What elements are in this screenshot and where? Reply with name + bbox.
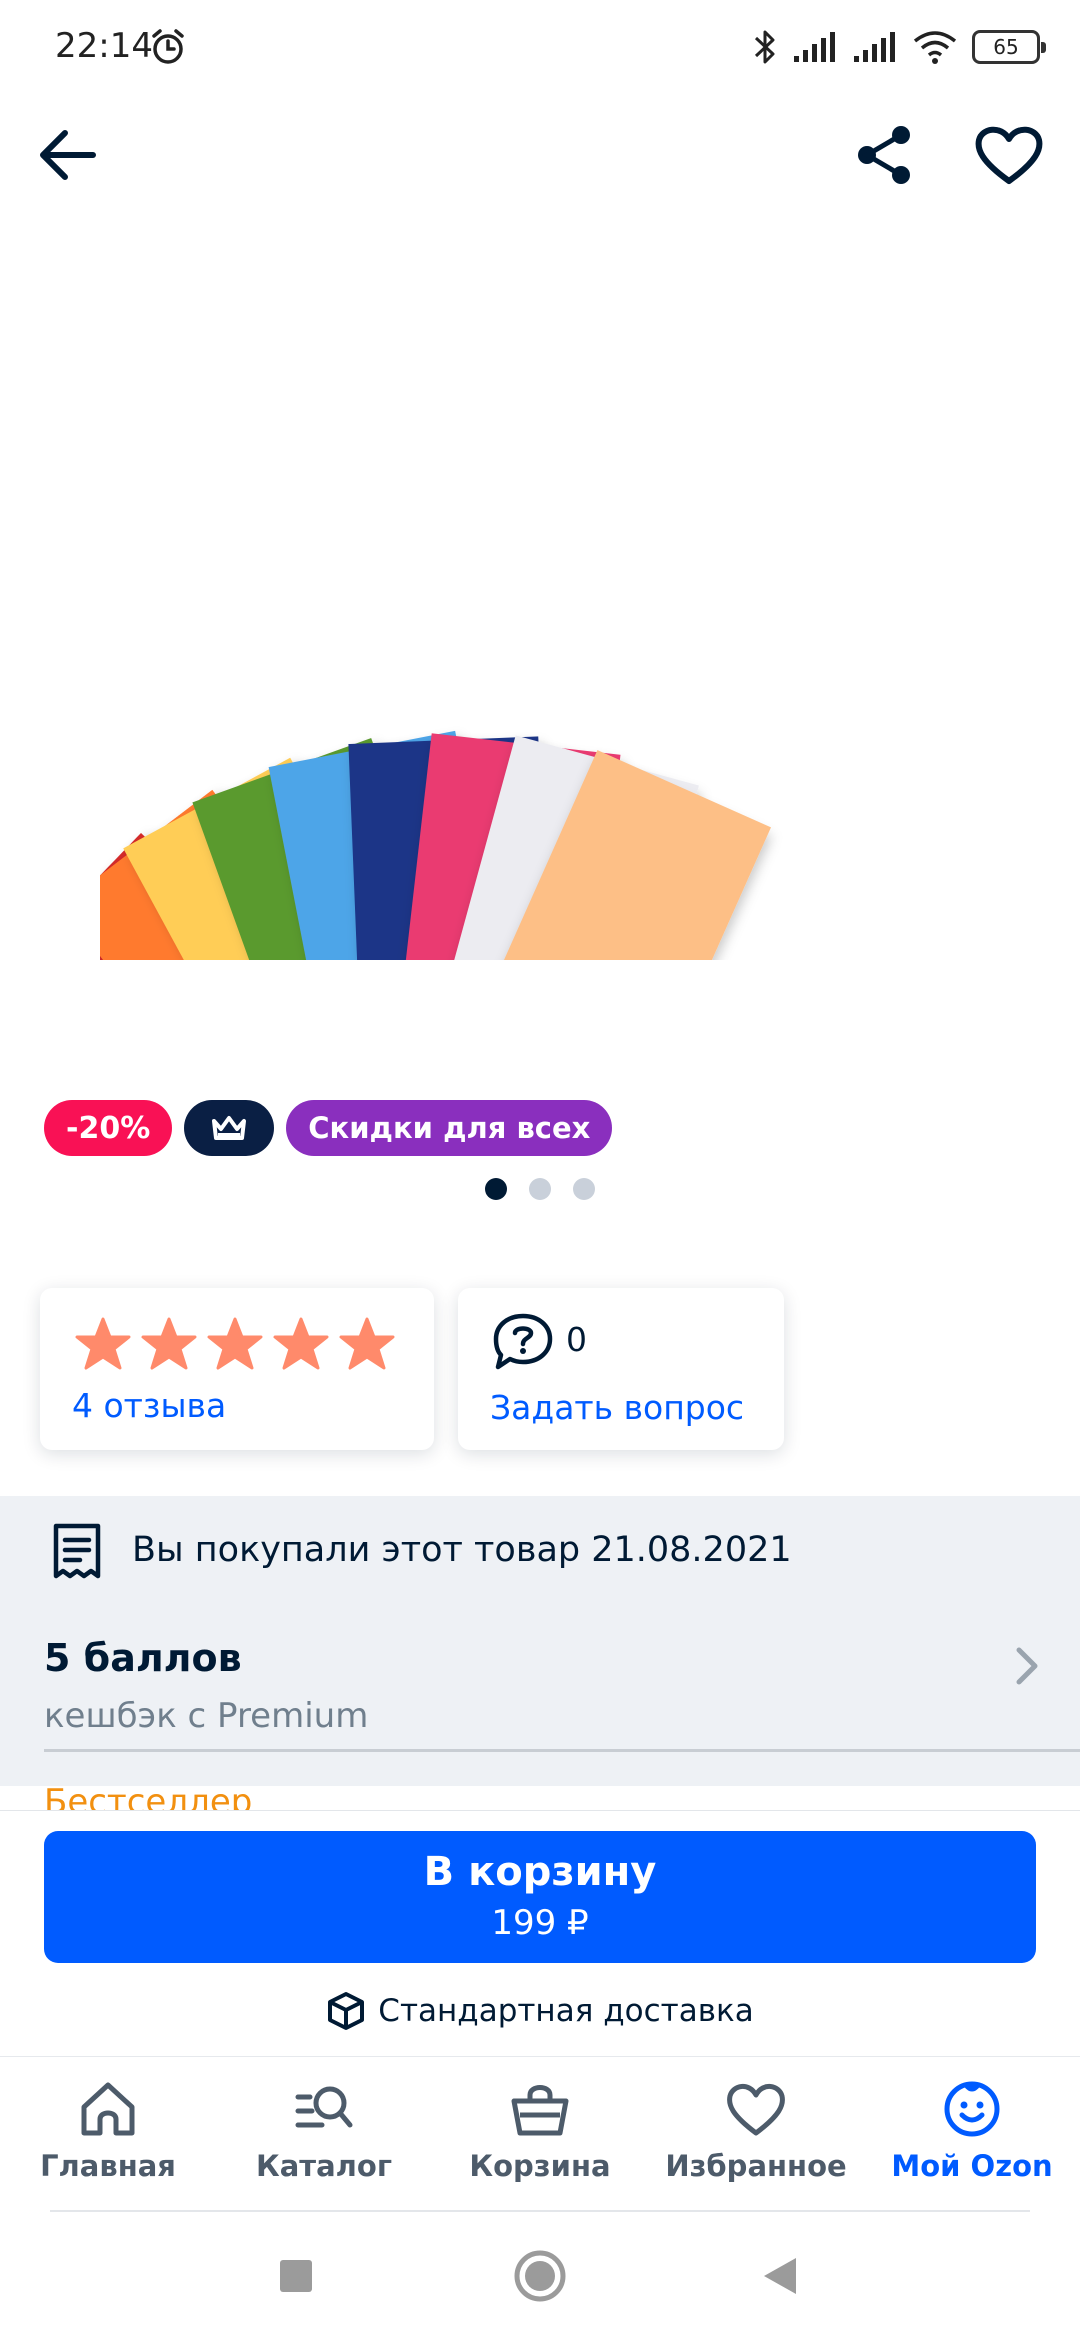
bestseller-label: Бестселлер [44,1786,1044,1810]
sale-label: Скидки для всех [308,1111,591,1145]
signal-icon [854,32,895,62]
star-icon [339,1317,395,1370]
top-bar [0,110,1080,200]
recent-apps-icon[interactable] [276,2248,316,2304]
basket-icon [511,2085,569,2136]
discount-badge: -20% [44,1100,173,1156]
alarm-icon [152,29,184,64]
gallery-dot[interactable] [529,1178,551,1200]
box-icon [328,1992,365,2030]
cashback-subtitle: кешбэк с Premium [44,1696,369,1736]
add-to-cart-button[interactable]: В корзину 199 ₽ [44,1831,1036,1963]
receipt-icon [53,1523,101,1579]
share-icon [858,126,910,184]
divider [44,1749,1080,1752]
status-time: 22:14 [55,26,153,66]
signal-icon [794,32,835,62]
catalog-search-icon [295,2086,353,2128]
bluetooth-icon [754,30,775,64]
wifi-icon [913,31,957,64]
sale-badge: Скидки для всех [286,1100,613,1156]
questions-count: 0 [566,1320,587,1359]
product-image[interactable] [100,300,980,960]
discount-label: -20% [66,1110,151,1146]
status-icons: 65 [752,22,1046,72]
home-circle-icon[interactable] [510,2248,570,2304]
star-icon [75,1317,131,1370]
bestseller-text: Бестселлер [44,1786,253,1810]
star-icon [273,1317,329,1370]
status-bar: 22:14 65 [0,0,1080,96]
delivery-info: Стандартная доставка [0,1989,1080,2033]
battery-level: 65 [993,35,1019,59]
info-block: Вы покупали этот товар 21.08.2021 5 балл… [0,1496,1080,1786]
bottom-nav: Главная Каталог Корзина Избранное Мой Oz… [0,2056,1080,2212]
rating-stars [74,1316,396,1372]
nav-my-ozon[interactable]: Мой Ozon [864,2079,1080,2199]
cashback-points: 5 баллов [44,1636,242,1680]
nav-catalog[interactable]: Каталог [216,2079,432,2199]
heart-icon [975,126,1043,184]
questions-card[interactable]: 0 Задать вопрос [458,1288,784,1450]
delivery-text: Стандартная доставка [378,1993,754,2029]
nav-catalog-label: Каталог [256,2149,392,2183]
gallery-dot[interactable] [485,1178,507,1200]
reviews-link[interactable]: 4 отзыва [72,1386,226,1425]
purchase-history-row: Вы покупали этот товар 21.08.2021 [0,1496,1080,1608]
badges-row: -20% Скидки для всех [44,1100,613,1156]
nav-cart-label: Корзина [469,2149,611,2183]
system-nav-bar [0,2212,1080,2340]
nav-home-label: Главная [40,2149,176,2183]
cashback-row[interactable]: 5 баллов кешбэк с Premium [0,1616,1080,1776]
product-price: 199 ₽ [491,1903,589,1943]
home-icon [81,2082,135,2136]
chevron-right-icon [1016,1647,1038,1685]
nav-favorites[interactable]: Избранное [648,2079,864,2199]
back-button[interactable] [22,110,112,200]
cart-area: В корзину 199 ₽ Стандартная доставка [0,1810,1080,2056]
crown-icon [212,1116,247,1140]
heart-icon [727,2084,785,2136]
nav-favorites-label: Избранное [665,2149,847,2183]
nav-cart[interactable]: Корзина [432,2079,648,2199]
nav-my-ozon-label: Мой Ozon [891,2149,1053,2183]
purchase-history-text: Вы покупали этот товар 21.08.2021 [132,1530,792,1570]
star-icon [207,1317,263,1370]
reviews-card[interactable]: 4 отзыва [40,1288,434,1450]
premium-badge [184,1100,275,1156]
star-icon [141,1317,197,1370]
share-button[interactable] [840,110,930,200]
ask-question-link[interactable]: Задать вопрос [490,1388,744,1427]
back-triangle-icon[interactable] [758,2248,802,2304]
profile-face-icon [944,2081,1000,2137]
nav-home[interactable]: Главная [0,2079,216,2199]
question-bubble-icon [493,1313,553,1370]
arrow-left-icon [40,130,96,180]
gallery-dots [0,1178,1080,1200]
add-to-cart-label: В корзину [423,1849,657,1895]
favorite-button[interactable] [964,110,1054,200]
gallery-dot[interactable] [573,1178,595,1200]
battery-icon: 65 [972,30,1046,64]
